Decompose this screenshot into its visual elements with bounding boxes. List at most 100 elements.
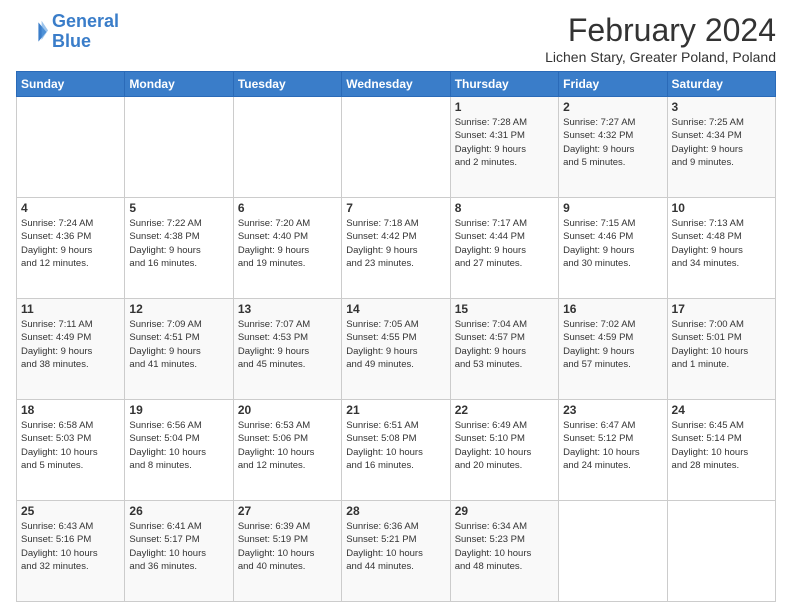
day-info: Sunrise: 6:45 AM Sunset: 5:14 PM Dayligh… xyxy=(672,419,771,472)
day-number: 19 xyxy=(129,403,228,417)
calendar-cell: 17Sunrise: 7:00 AM Sunset: 5:01 PM Dayli… xyxy=(667,299,775,400)
day-info: Sunrise: 6:43 AM Sunset: 5:16 PM Dayligh… xyxy=(21,520,120,573)
day-number: 27 xyxy=(238,504,337,518)
calendar-cell: 27 Sunrise: 6:39 AM Sunset: 5:19 PM Dayli… xyxy=(233,501,341,602)
day-number: 6 xyxy=(238,201,337,215)
calendar-cell xyxy=(17,97,125,198)
calendar-cell: 20 Sunrise: 6:53 AM Sunset: 5:06 PM Dayli… xyxy=(233,400,341,501)
calendar-cell: 1Sunrise: 7:28 AM Sunset: 4:31 PM Daylig… xyxy=(450,97,558,198)
day-info: Sunrise: 7:11 AM Sunset: 4:49 PM Dayligh… xyxy=(21,318,120,371)
calendar-cell xyxy=(667,501,775,602)
day-info: Sunrise: 7:17 AM Sunset: 4:44 PM Dayligh… xyxy=(455,217,554,270)
subtitle: Lichen Stary, Greater Poland, Poland xyxy=(545,49,776,65)
day-info: Sunrise: 6:49 AM Sunset: 5:10 PM Dayligh… xyxy=(455,419,554,472)
day-info: Sunrise: 7:05 AM Sunset: 4:55 PM Dayligh… xyxy=(346,318,445,371)
day-number: 9 xyxy=(563,201,662,215)
calendar-header-saturday: Saturday xyxy=(667,72,775,97)
calendar-cell: 11Sunrise: 7:11 AM Sunset: 4:49 PM Dayli… xyxy=(17,299,125,400)
day-info: Sunrise: 7:25 AM Sunset: 4:34 PM Dayligh… xyxy=(672,116,771,169)
calendar-cell: 26 Sunrise: 6:41 AM Sunset: 5:17 PM Dayli… xyxy=(125,501,233,602)
calendar-cell: 19 Sunrise: 6:56 AM Sunset: 5:04 PM Dayli… xyxy=(125,400,233,501)
calendar-cell: 18 Sunrise: 6:58 AM Sunset: 5:03 PM Dayli… xyxy=(17,400,125,501)
calendar-week-2: 4Sunrise: 7:24 AM Sunset: 4:36 PM Daylig… xyxy=(17,198,776,299)
calendar-cell: 3 Sunrise: 7:25 AM Sunset: 4:34 PM Daylig… xyxy=(667,97,775,198)
calendar-cell: 28 Sunrise: 6:36 AM Sunset: 5:21 PM Dayli… xyxy=(342,501,450,602)
main-title: February 2024 xyxy=(545,12,776,49)
calendar-cell: 24 Sunrise: 6:45 AM Sunset: 5:14 PM Dayli… xyxy=(667,400,775,501)
day-number: 13 xyxy=(238,302,337,316)
day-number: 7 xyxy=(346,201,445,215)
day-info: Sunrise: 6:47 AM Sunset: 5:12 PM Dayligh… xyxy=(563,419,662,472)
calendar-header-monday: Monday xyxy=(125,72,233,97)
day-info: Sunrise: 6:56 AM Sunset: 5:04 PM Dayligh… xyxy=(129,419,228,472)
day-number: 24 xyxy=(672,403,771,417)
day-info: Sunrise: 6:34 AM Sunset: 5:23 PM Dayligh… xyxy=(455,520,554,573)
day-number: 15 xyxy=(455,302,554,316)
calendar-cell xyxy=(559,501,667,602)
day-info: Sunrise: 7:20 AM Sunset: 4:40 PM Dayligh… xyxy=(238,217,337,270)
day-number: 14 xyxy=(346,302,445,316)
day-info: Sunrise: 6:58 AM Sunset: 5:03 PM Dayligh… xyxy=(21,419,120,472)
day-info: Sunrise: 7:18 AM Sunset: 4:42 PM Dayligh… xyxy=(346,217,445,270)
day-number: 23 xyxy=(563,403,662,417)
day-info: Sunrise: 7:13 AM Sunset: 4:48 PM Dayligh… xyxy=(672,217,771,270)
calendar-cell: 14 Sunrise: 7:05 AM Sunset: 4:55 PM Dayli… xyxy=(342,299,450,400)
calendar-cell: 15 Sunrise: 7:04 AM Sunset: 4:57 PM Dayli… xyxy=(450,299,558,400)
day-info: Sunrise: 6:51 AM Sunset: 5:08 PM Dayligh… xyxy=(346,419,445,472)
day-info: Sunrise: 7:00 AM Sunset: 5:01 PM Dayligh… xyxy=(672,318,771,371)
day-info: Sunrise: 7:15 AM Sunset: 4:46 PM Dayligh… xyxy=(563,217,662,270)
day-info: Sunrise: 7:07 AM Sunset: 4:53 PM Dayligh… xyxy=(238,318,337,371)
calendar-header-row: SundayMondayTuesdayWednesdayThursdayFrid… xyxy=(17,72,776,97)
day-info: Sunrise: 6:41 AM Sunset: 5:17 PM Dayligh… xyxy=(129,520,228,573)
calendar-cell: 10 Sunrise: 7:13 AM Sunset: 4:48 PM Dayli… xyxy=(667,198,775,299)
day-number: 29 xyxy=(455,504,554,518)
logo: General Blue xyxy=(16,12,119,52)
calendar-week-5: 25 Sunrise: 6:43 AM Sunset: 5:16 PM Dayli… xyxy=(17,501,776,602)
page: General Blue February 2024 Lichen Stary,… xyxy=(0,0,792,612)
calendar-body: 1Sunrise: 7:28 AM Sunset: 4:31 PM Daylig… xyxy=(17,97,776,602)
calendar-cell: 23 Sunrise: 6:47 AM Sunset: 5:12 PM Dayli… xyxy=(559,400,667,501)
calendar-header-wednesday: Wednesday xyxy=(342,72,450,97)
day-info: Sunrise: 7:02 AM Sunset: 4:59 PM Dayligh… xyxy=(563,318,662,371)
logo-text: General Blue xyxy=(52,12,119,52)
day-info: Sunrise: 6:53 AM Sunset: 5:06 PM Dayligh… xyxy=(238,419,337,472)
day-info: Sunrise: 7:22 AM Sunset: 4:38 PM Dayligh… xyxy=(129,217,228,270)
calendar-week-1: 1Sunrise: 7:28 AM Sunset: 4:31 PM Daylig… xyxy=(17,97,776,198)
day-number: 25 xyxy=(21,504,120,518)
calendar-cell: 29 Sunrise: 6:34 AM Sunset: 5:23 PM Dayli… xyxy=(450,501,558,602)
calendar-cell: 7 Sunrise: 7:18 AM Sunset: 4:42 PM Daylig… xyxy=(342,198,450,299)
day-number: 20 xyxy=(238,403,337,417)
day-info: Sunrise: 6:39 AM Sunset: 5:19 PM Dayligh… xyxy=(238,520,337,573)
day-number: 18 xyxy=(21,403,120,417)
title-block: February 2024 Lichen Stary, Greater Pola… xyxy=(545,12,776,65)
calendar-cell xyxy=(125,97,233,198)
calendar-cell: 25 Sunrise: 6:43 AM Sunset: 5:16 PM Dayli… xyxy=(17,501,125,602)
calendar-cell: 5Sunrise: 7:22 AM Sunset: 4:38 PM Daylig… xyxy=(125,198,233,299)
day-number: 2 xyxy=(563,100,662,114)
logo-line2: Blue xyxy=(52,31,91,51)
calendar-cell: 6 Sunrise: 7:20 AM Sunset: 4:40 PM Daylig… xyxy=(233,198,341,299)
day-number: 8 xyxy=(455,201,554,215)
calendar-cell: 4Sunrise: 7:24 AM Sunset: 4:36 PM Daylig… xyxy=(17,198,125,299)
calendar-header-friday: Friday xyxy=(559,72,667,97)
day-number: 26 xyxy=(129,504,228,518)
header: General Blue February 2024 Lichen Stary,… xyxy=(16,12,776,65)
day-info: Sunrise: 7:04 AM Sunset: 4:57 PM Dayligh… xyxy=(455,318,554,371)
calendar-header-tuesday: Tuesday xyxy=(233,72,341,97)
day-number: 10 xyxy=(672,201,771,215)
calendar-cell xyxy=(342,97,450,198)
day-number: 21 xyxy=(346,403,445,417)
calendar-header-sunday: Sunday xyxy=(17,72,125,97)
calendar-cell: 22Sunrise: 6:49 AM Sunset: 5:10 PM Dayli… xyxy=(450,400,558,501)
calendar-week-3: 11Sunrise: 7:11 AM Sunset: 4:49 PM Dayli… xyxy=(17,299,776,400)
calendar-cell: 13 Sunrise: 7:07 AM Sunset: 4:53 PM Dayli… xyxy=(233,299,341,400)
day-info: Sunrise: 6:36 AM Sunset: 5:21 PM Dayligh… xyxy=(346,520,445,573)
calendar-cell: 21 Sunrise: 6:51 AM Sunset: 5:08 PM Dayli… xyxy=(342,400,450,501)
calendar-header-thursday: Thursday xyxy=(450,72,558,97)
calendar-cell xyxy=(233,97,341,198)
calendar-cell: 8 Sunrise: 7:17 AM Sunset: 4:44 PM Daylig… xyxy=(450,198,558,299)
day-number: 3 xyxy=(672,100,771,114)
day-number: 28 xyxy=(346,504,445,518)
day-number: 12 xyxy=(129,302,228,316)
day-number: 16 xyxy=(563,302,662,316)
